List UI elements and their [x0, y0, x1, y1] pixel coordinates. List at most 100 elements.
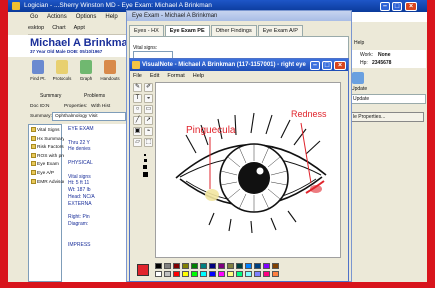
ellipse-tool-icon[interactable]: ○: [133, 105, 142, 114]
color-swatch[interactable]: [272, 263, 279, 269]
work-info: Work: None Hp: 2345678: [350, 50, 426, 68]
color-swatch[interactable]: [263, 263, 270, 269]
color-swatch[interactable]: [236, 263, 243, 269]
color-swatch[interactable]: [218, 271, 225, 277]
eraser-tool-icon[interactable]: ▱: [133, 138, 142, 147]
fill-tool-icon[interactable]: ◒: [144, 94, 153, 103]
tree-item[interactable]: Eye Exam: [31, 161, 59, 167]
main-menu-bar: Go Actions Options Help: [8, 12, 128, 22]
color-swatch[interactable]: [182, 271, 189, 277]
brush-sizes[interactable]: [136, 154, 154, 177]
text-tool-icon[interactable]: T: [133, 94, 142, 103]
tree-item[interactable]: Eye A/P: [31, 169, 59, 176]
vn-menu-help[interactable]: Help: [193, 73, 204, 79]
stamp-tool-icon[interactable]: ▣: [133, 127, 142, 136]
graph-label: Graph: [79, 76, 93, 81]
tree-item[interactable]: Hx Summary: [31, 135, 65, 142]
select-tool-icon[interactable]: ⬚: [144, 138, 153, 147]
properties-button[interactable]: le Properties...: [350, 112, 424, 122]
brush-tool-icon[interactable]: ✐: [144, 83, 153, 92]
tree-item-label: Vital Signs: [37, 128, 60, 133]
handouts-button[interactable]: Handouts: [100, 57, 120, 81]
handouts-icon: [104, 60, 116, 74]
color-swatch[interactable]: [218, 263, 225, 269]
color-swatch[interactable]: [254, 271, 261, 277]
vn-minimize-button[interactable]: –: [310, 60, 320, 70]
menu-actions[interactable]: Actions: [47, 14, 67, 20]
pencil-tool-icon[interactable]: ✎: [133, 83, 142, 92]
tree-item-label: Hx Summary: [37, 136, 65, 142]
appt-button[interactable]: Appt: [74, 25, 85, 31]
color-swatch[interactable]: [191, 271, 198, 277]
color-swatch[interactable]: [245, 263, 252, 269]
exam-tab[interactable]: Other Findings: [210, 25, 257, 36]
color-swatch[interactable]: [173, 271, 180, 277]
color-swatch[interactable]: [245, 271, 252, 277]
chart-button[interactable]: Chart: [52, 25, 65, 31]
selected-color[interactable]: [137, 264, 149, 276]
tab-summary[interactable]: Summary: [40, 91, 61, 102]
protocols-button[interactable]: Protocols: [52, 57, 72, 81]
note-text: EYE EXAM Thru 22 Y He denies PHYSICAL Vital …: [64, 124, 128, 282]
color-swatch[interactable]: [173, 263, 180, 269]
drawing-canvas[interactable]: Pinguecula Redness: [155, 82, 341, 258]
color-swatch[interactable]: [191, 263, 198, 269]
find-patient-button[interactable]: Find Pt.: [28, 57, 48, 81]
visualnote-menu-bar: File Edit Format Help: [130, 72, 348, 81]
color-swatch[interactable]: [227, 263, 234, 269]
pupil: [238, 162, 270, 194]
color-swatch[interactable]: [227, 271, 234, 277]
vn-menu-format[interactable]: Format: [167, 73, 184, 79]
help-menu[interactable]: Help: [354, 40, 364, 46]
color-swatch[interactable]: [200, 263, 207, 269]
exam-tab[interactable]: Eye Exam PE: [164, 25, 210, 36]
arrow-tool-icon[interactable]: ➚: [144, 116, 153, 125]
color-swatch[interactable]: [263, 271, 270, 277]
color-swatch[interactable]: [164, 271, 171, 277]
chart-toolbar: Find Pt. Protocols Graph Handouts: [8, 57, 128, 91]
tree-item[interactable]: EMR Advisor: [31, 178, 65, 185]
line-tool-icon[interactable]: ╱: [133, 116, 142, 125]
color-swatch[interactable]: [236, 271, 243, 277]
summary-label: Summary:: [30, 114, 52, 119]
color-swatch[interactable]: [254, 263, 261, 269]
tab-problems[interactable]: Problems: [84, 91, 105, 102]
color-swatch[interactable]: [164, 263, 171, 269]
menu-help[interactable]: Help: [105, 14, 117, 20]
graph-button[interactable]: Graph: [76, 57, 96, 81]
patient-banner: Michael A Brinkman 37 Year Old Male DOB:…: [8, 35, 134, 57]
minimize-button[interactable]: –: [380, 1, 390, 11]
maximize-button[interactable]: □: [392, 1, 402, 11]
tree-item-label: Eye A/P: [37, 170, 55, 176]
protocols-label: Protocols: [52, 76, 72, 81]
tree-item[interactable]: Risk Factors-Previous: [31, 144, 84, 150]
rect-tool-icon[interactable]: ▭: [144, 105, 153, 114]
color-swatch[interactable]: [155, 271, 162, 277]
color-swatch[interactable]: [200, 271, 207, 277]
color-swatch[interactable]: [182, 263, 189, 269]
summary-field[interactable]: Ophthalmology Visit: [52, 112, 126, 121]
eye-drawing: Pinguecula Redness: [175, 109, 327, 234]
exam-tab[interactable]: Eye Exam A/P: [257, 25, 303, 36]
color-swatch[interactable]: [209, 263, 216, 269]
update-tab[interactable]: Update: [350, 94, 426, 104]
vn-menu-edit[interactable]: Edit: [150, 73, 159, 79]
folder-icon: [31, 161, 36, 167]
color-swatch[interactable]: [155, 263, 162, 269]
note-line: Vital signs: [68, 173, 91, 180]
exam-tab[interactable]: Eyes - HX: [129, 25, 164, 36]
redness-label: Redness: [291, 109, 327, 119]
vn-close-button[interactable]: ×: [334, 60, 346, 70]
color-swatch[interactable]: [272, 271, 279, 277]
vn-menu-file[interactable]: File: [133, 73, 142, 79]
update-button[interactable]: Update: [351, 86, 367, 92]
menu-options[interactable]: Options: [76, 14, 97, 20]
color-swatch[interactable]: [209, 271, 216, 277]
tree-item[interactable]: ROS with prev: [31, 152, 68, 159]
menu-go[interactable]: Go: [30, 14, 38, 20]
close-button[interactable]: ×: [405, 1, 417, 11]
eyedropper-tool-icon[interactable]: ⌁: [144, 127, 153, 136]
tree-item[interactable]: Vital Signs: [31, 127, 60, 133]
pinguecula-label: Pinguecula: [186, 125, 236, 136]
vn-maximize-button[interactable]: □: [322, 60, 332, 70]
